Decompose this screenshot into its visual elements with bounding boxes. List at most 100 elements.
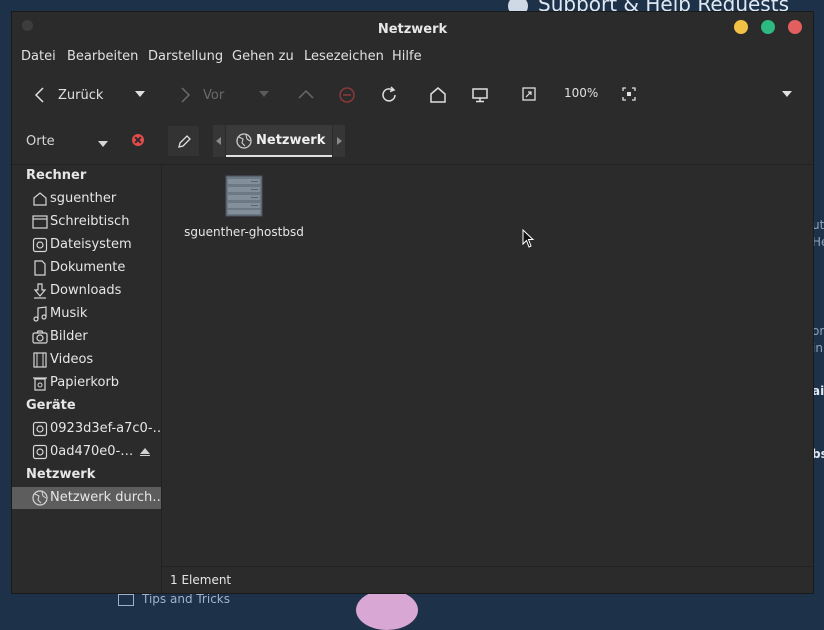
back-button[interactable]: Zurück xyxy=(34,86,103,104)
sidebar-item-label: sguenther xyxy=(50,191,117,206)
sidebar-item-label: Papierkorb xyxy=(50,375,120,390)
sidebar-item-home[interactable]: sguenther xyxy=(12,188,161,210)
back-history-dropdown[interactable] xyxy=(134,88,146,100)
back-label: Zurück xyxy=(58,87,104,103)
music-icon xyxy=(33,306,47,322)
background-avatar xyxy=(356,590,418,630)
shrink-icon xyxy=(522,87,536,101)
sidebar-item-documents[interactable]: Dokumente xyxy=(12,257,161,279)
menu-bar: Datei Bearbeiten Darstellung Gehen zu Le… xyxy=(12,46,813,68)
status-bar: 1 Element xyxy=(162,566,813,593)
toolbar: Zurück Vor 100% xyxy=(12,72,813,118)
file-item[interactable]: sguenther-ghostbsd xyxy=(184,175,304,239)
pencil-icon xyxy=(178,135,191,148)
window-title: Netzwerk xyxy=(377,22,448,37)
menu-go[interactable]: Gehen zu xyxy=(232,49,294,64)
home-icon xyxy=(33,192,47,206)
file-name: sguenther-ghostbsd xyxy=(184,225,304,239)
sidebar-item-desktop[interactable]: Schreibtisch xyxy=(12,211,161,233)
sidebar-heading-computer: Rechner xyxy=(26,168,87,183)
stop-button[interactable] xyxy=(338,86,356,104)
sidebar-item-label: 0ad470e0-… xyxy=(50,444,134,459)
sidebar-item-label: Videos xyxy=(50,352,94,367)
sidebar-item-label: Netzwerk durch… xyxy=(50,490,166,505)
chevron-down-icon xyxy=(259,91,269,97)
breadcrumb-scroll-right[interactable] xyxy=(333,125,345,157)
drive-icon xyxy=(32,421,48,437)
server-icon xyxy=(225,175,263,217)
sidebar-heading-devices: Geräte xyxy=(26,398,76,413)
sidebar-item-browse-network[interactable]: Netzwerk durch… xyxy=(12,487,165,509)
zoom-out-button[interactable] xyxy=(521,86,537,102)
sidebar-item-label: 0923d3ef-a7c0-… xyxy=(50,421,166,436)
forward-history-dropdown[interactable] xyxy=(258,88,270,100)
breadcrumb-network[interactable]: Netzwerk xyxy=(226,125,332,157)
breadcrumb-scroll-left[interactable] xyxy=(213,125,225,157)
sidebar-item-label: Dokumente xyxy=(50,260,126,275)
sidebar-item-label: Musik xyxy=(50,306,88,321)
desktop-icon xyxy=(32,215,48,229)
sidebar-item-videos[interactable]: Videos xyxy=(12,349,161,371)
status-text: 1 Element xyxy=(170,573,232,587)
file-view[interactable]: sguenther-ghostbsd xyxy=(162,165,813,567)
edit-location-button[interactable] xyxy=(167,125,200,157)
eject-icon[interactable] xyxy=(140,448,150,456)
sidebar-item-label: Downloads xyxy=(50,283,122,298)
sidebar-item-downloads[interactable]: Downloads xyxy=(12,280,161,302)
close-sidebar-icon[interactable] xyxy=(132,134,144,146)
zoom-level[interactable]: 100% xyxy=(564,86,598,100)
up-button[interactable] xyxy=(297,86,315,104)
menu-edit[interactable]: Bearbeiten xyxy=(67,49,138,64)
background-link: Tips and Tricks xyxy=(118,592,230,606)
sidebar-item-device[interactable]: 0ad470e0-… xyxy=(12,441,161,463)
forward-button[interactable]: Vor xyxy=(179,86,224,104)
chevron-left-icon xyxy=(34,87,44,103)
reload-button[interactable] xyxy=(380,86,398,104)
chevron-down-icon[interactable] xyxy=(98,141,108,147)
menu-view[interactable]: Darstellung xyxy=(148,49,223,64)
computer-button[interactable] xyxy=(471,86,489,104)
maximize-button[interactable] xyxy=(761,20,775,34)
minimize-button[interactable] xyxy=(734,20,748,34)
stop-icon xyxy=(339,87,355,103)
chevron-right-icon xyxy=(181,87,191,103)
sidebar-item-music[interactable]: Musik xyxy=(12,303,161,325)
film-icon xyxy=(33,352,47,368)
download-icon xyxy=(33,283,47,299)
sidebar-heading-network: Netzwerk xyxy=(26,467,96,482)
sidebar-item-label: Schreibtisch xyxy=(50,214,130,229)
sidebar-item-filesystem[interactable]: Dateisystem xyxy=(12,234,161,256)
menu-file[interactable]: Datei xyxy=(21,49,56,64)
sidebar-item-label: Dateisystem xyxy=(50,237,132,252)
toolbar-overflow-menu[interactable] xyxy=(781,88,793,100)
mouse-cursor-icon xyxy=(522,229,535,248)
document-icon xyxy=(34,260,46,276)
scrollbar[interactable] xyxy=(810,165,813,567)
globe-icon xyxy=(236,133,252,149)
sidebar-item-pictures[interactable]: Bilder xyxy=(12,326,161,348)
chevron-down-icon xyxy=(135,91,145,97)
zoom-in-button[interactable] xyxy=(621,86,637,102)
sidebar-item-label: Bilder xyxy=(50,329,88,344)
home-button[interactable] xyxy=(429,86,447,104)
camera-icon xyxy=(32,330,48,344)
sidebar-mode-select[interactable]: Orte xyxy=(26,134,55,149)
close-button[interactable] xyxy=(788,20,802,34)
home-icon xyxy=(430,87,446,103)
monitor-icon xyxy=(472,88,488,103)
expand-icon xyxy=(622,87,636,101)
sidebar-item-trash[interactable]: Papierkorb xyxy=(12,372,161,394)
file-manager-window: Netzwerk Datei Bearbeiten Darstellung Ge… xyxy=(11,11,814,594)
globe-icon xyxy=(32,490,48,506)
places-sidebar: Rechner sguenther Schreibtisch Dateisyst… xyxy=(12,165,166,593)
menu-bookmarks[interactable]: Lesezeichen xyxy=(304,49,384,64)
drive-icon xyxy=(32,237,48,253)
chevron-up-icon xyxy=(298,89,314,99)
chevron-down-icon xyxy=(782,91,792,97)
reload-icon xyxy=(382,86,396,102)
menu-help[interactable]: Hilfe xyxy=(392,49,422,64)
title-bar[interactable]: Netzwerk xyxy=(12,12,813,46)
drive-icon xyxy=(32,444,48,460)
sidebar-item-device[interactable]: 0923d3ef-a7c0-… xyxy=(12,418,166,440)
breadcrumb-label: Netzwerk xyxy=(256,133,326,148)
